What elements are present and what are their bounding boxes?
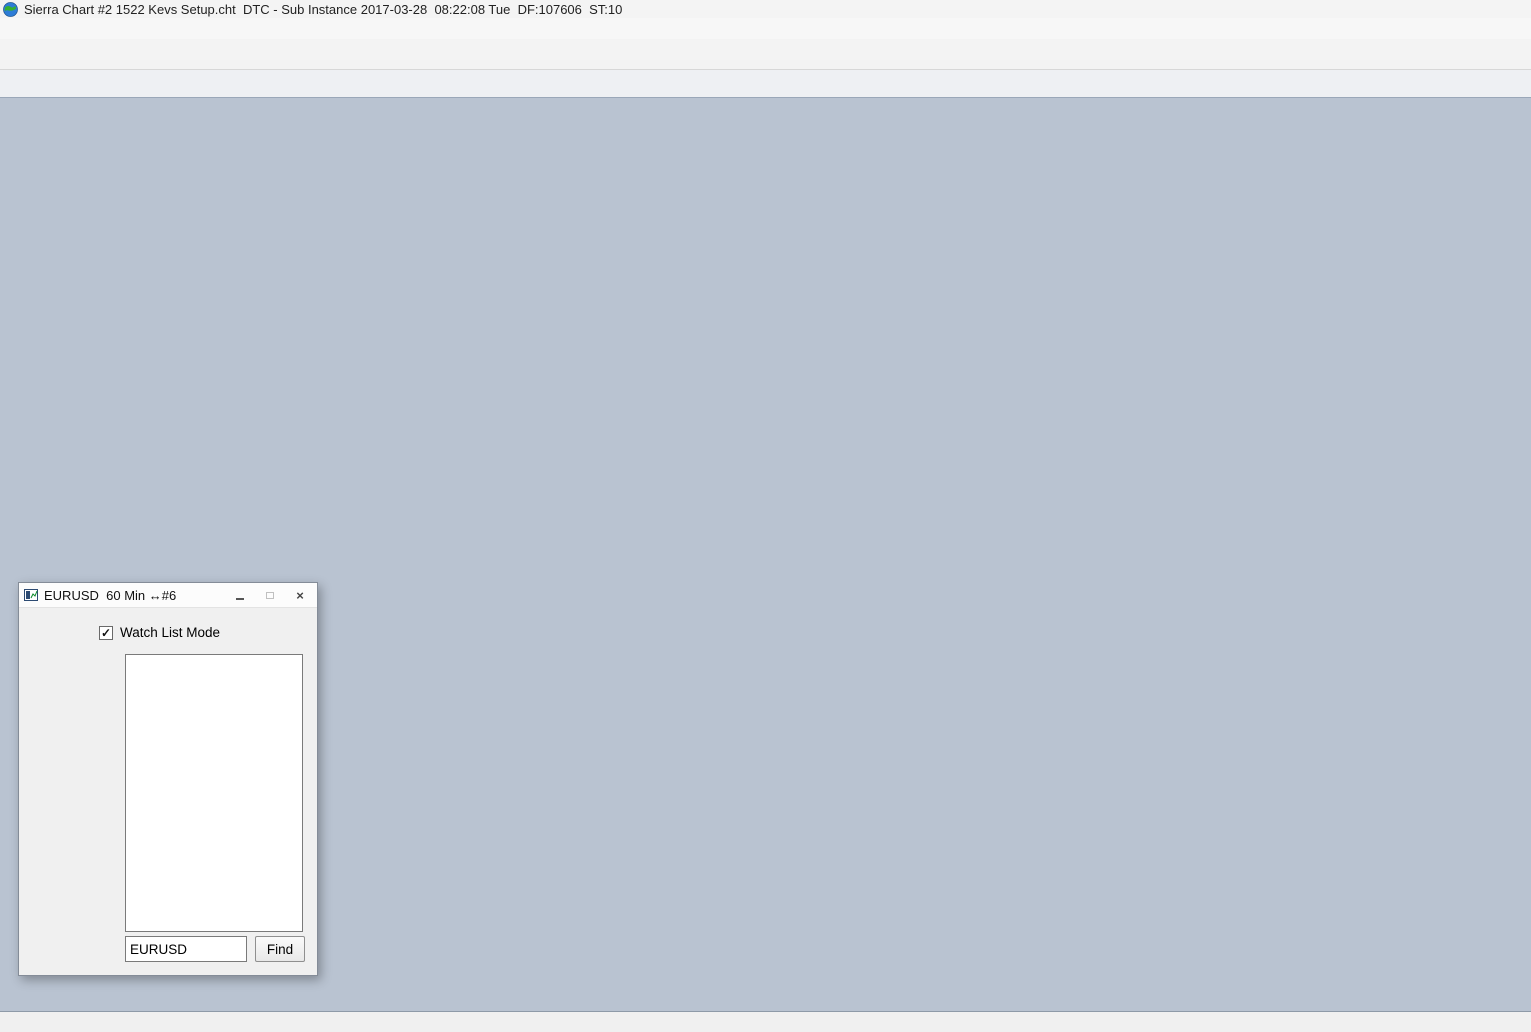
chartbook-tab-bar [0, 70, 1531, 98]
app-titlebar: Sierra Chart #2 1522 Kevs Setup.cht DTC … [0, 0, 1531, 18]
toolbar [0, 39, 1531, 70]
menu-bar [0, 18, 1531, 39]
watch-list-mode-row: ✓ Watch List Mode [99, 625, 220, 640]
watchlist-dialog-titlebar[interactable]: EURUSD 60 Min ↔#6 × [19, 583, 317, 608]
app-title: Sierra Chart #2 1522 Kevs Setup.cht DTC … [24, 1, 623, 17]
watch-list-mode-label: Watch List Mode [120, 625, 221, 640]
dialog-minimize-button[interactable] [228, 586, 252, 604]
workspace: EURUSD 60 Min ↔#6 × ✓ Watch List Mode Fi… [0, 98, 1531, 1011]
chart-window-icon [24, 589, 38, 601]
globe-icon [3, 1, 18, 17]
find-symbol-input[interactable] [125, 936, 247, 962]
symbol-list[interactable] [125, 654, 303, 932]
dialog-close-button[interactable]: × [288, 586, 312, 604]
watch-list-mode-checkbox[interactable]: ✓ [99, 625, 113, 640]
find-button[interactable]: Find [255, 936, 305, 962]
watchlist-dialog-title: EURUSD 60 Min ↔#6 [44, 587, 177, 603]
watchlist-dialog: EURUSD 60 Min ↔#6 × ✓ Watch List Mode Fi… [18, 582, 318, 976]
dialog-maximize-button[interactable] [258, 586, 282, 604]
